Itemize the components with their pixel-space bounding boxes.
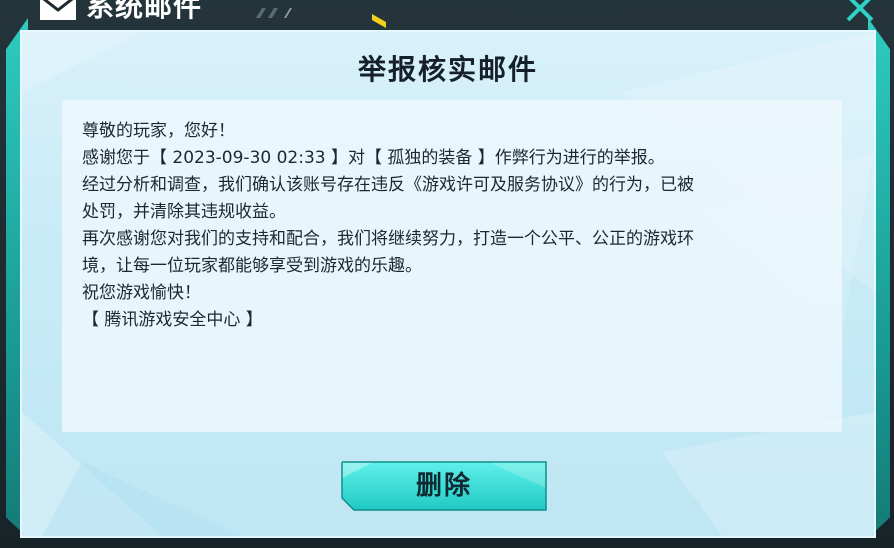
mail-line: 感谢您于【 2023-09-30 02:33 】对【 孤独的装备 】作弊行为进行…	[82, 148, 665, 168]
title-decoration	[256, 8, 292, 18]
mail-icon	[40, 0, 76, 20]
mail-title: 举报核实邮件	[357, 53, 538, 86]
screen-title: 系统邮件	[86, 0, 203, 23]
mail-body: 尊敬的玩家，您好！ 感谢您于【 2023-09-30 02:33 】对【 孤独的…	[62, 100, 842, 432]
top-bar: 系统邮件	[0, 0, 894, 28]
delete-button-label: 删除	[415, 471, 472, 501]
mail-text: 尊敬的玩家，您好！ 感谢您于【 2023-09-30 02:33 】对【 孤独的…	[82, 118, 832, 334]
mail-line: 【 腾讯游戏安全中心 】	[82, 310, 263, 330]
mail-screen: 系统邮件 举报核实邮件 尊敬的玩家，您好！ 感谢您于【 2023-09-30 0…	[0, 0, 894, 548]
mail-line: 再次感谢您对我们的支持和配合，我们将继续努力，打造一个公平、公正的游戏环	[82, 229, 694, 249]
mail-line: 经过分析和调查，我们确认该账号存在违反《游戏许可及服务协议》的行为，已被	[82, 175, 694, 195]
close-icon[interactable]	[840, 0, 880, 24]
delete-button[interactable]: 删除	[338, 458, 550, 514]
mail-line: 祝您游戏愉快！	[82, 283, 201, 303]
mail-panel: 举报核实邮件 尊敬的玩家，您好！ 感谢您于【 2023-09-30 02:33 …	[20, 30, 876, 538]
mail-line: 处罚，并清除其违规收益。	[82, 202, 286, 222]
mail-line: 尊敬的玩家，您好！	[82, 121, 235, 141]
mail-line: 境，让每一位玩家都能够享受到游戏的乐趣。	[82, 256, 422, 276]
corner-accent	[372, 14, 386, 28]
